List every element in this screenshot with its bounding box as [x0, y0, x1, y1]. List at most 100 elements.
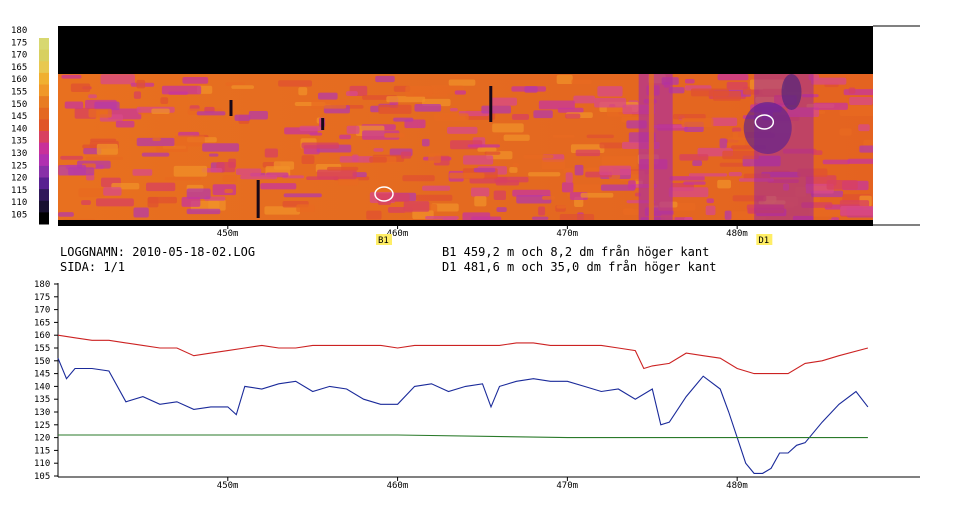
color-scale-swatch [39, 189, 49, 202]
color-scale-tick-label: 105 [11, 211, 27, 221]
heatmap-cell [561, 182, 574, 193]
color-scale-tick-label: 170 [11, 51, 27, 61]
heatmap-cell [512, 113, 530, 120]
line-x-tick-label: 460m [387, 481, 409, 491]
heatmap-cell [173, 165, 208, 177]
line-y-tick-label: 160 [34, 331, 50, 341]
color-scale-swatch [39, 142, 49, 155]
heatmap-cell [724, 210, 732, 220]
heatmap-cell [556, 205, 566, 209]
heatmap-cell [496, 207, 507, 212]
heatmap-cell [283, 193, 322, 198]
line-y-tick-label: 135 [34, 395, 50, 405]
line-x-tick-label: 480m [726, 481, 748, 491]
heatmap-cell [327, 166, 359, 171]
heatmap-cell [301, 142, 339, 149]
heatmap-cell [393, 117, 414, 122]
heatmap-cell [400, 151, 412, 159]
heatmap-cell [90, 138, 117, 142]
heatmap-cell [732, 131, 746, 141]
line-y-tick-label: 180 [34, 280, 50, 290]
line-series-blue [57, 357, 869, 474]
heatmap-cell [556, 74, 573, 84]
heatmap-cell [599, 142, 623, 149]
heatmap-cell [492, 123, 524, 133]
heatmap-cell [209, 153, 219, 157]
heatmap-cell [339, 134, 351, 140]
heatmap-cell [136, 79, 146, 89]
color-scale-tick-label: 175 [11, 38, 27, 48]
heatmap-cell [628, 180, 636, 190]
heatmap-cell [601, 156, 637, 167]
color-scale-swatch [39, 200, 49, 213]
heatmap-cell [840, 206, 873, 216]
line-chart-panel: 180 175 170 165 160 155 150 145 140 135 130 125 120 1… [34, 280, 920, 491]
color-scale-tick-label: 115 [11, 186, 27, 196]
heatmap-cell [538, 206, 546, 216]
heatmap-cell [160, 97, 169, 105]
line-y-tick-label: 170 [34, 306, 50, 316]
heatmap-cell [278, 80, 312, 87]
heatmap-cell [141, 152, 170, 157]
heatmap-cell [597, 86, 623, 97]
heatmap-cell [151, 108, 170, 115]
heatmap-cell [370, 105, 380, 113]
heatmap-cell [599, 165, 632, 176]
heatmap-cell [318, 92, 338, 100]
heatmap-cell [296, 204, 315, 213]
color-scale-swatch [39, 154, 49, 167]
heatmap-cell [541, 159, 566, 170]
heatmap-cell [532, 216, 549, 220]
color-scale-tick-label: 150 [11, 100, 27, 110]
heatmap-cell [717, 179, 732, 189]
page-text: SIDA: 1/1 [60, 260, 125, 274]
heatmap-cell [623, 209, 640, 216]
heatmap-cell [248, 111, 268, 120]
heatmap-cell [705, 205, 716, 216]
heatmap-cell [146, 182, 176, 192]
heatmap-cell [688, 173, 728, 177]
heatmap-cell [70, 83, 91, 92]
heatmap-cell [481, 105, 512, 114]
color-scale-tick-label: 130 [11, 149, 27, 159]
heatmap-cell [181, 196, 201, 207]
heatmap-cell [345, 91, 358, 96]
heatmap-cell [222, 175, 238, 182]
line-y-tick-label: 125 [34, 421, 50, 431]
heatmap-cell [811, 77, 847, 85]
color-scale-swatch [39, 84, 49, 97]
heatmap-zone [638, 74, 673, 224]
heatmap-cell [100, 74, 135, 85]
heatmap-top-band [58, 26, 873, 74]
heatmap-cell [574, 164, 584, 176]
heatmap-cell [378, 104, 412, 114]
color-scale-swatch [39, 72, 49, 85]
heatmap-cell [81, 200, 91, 206]
heatmap-cell [448, 79, 476, 86]
heatmap-cell [858, 124, 870, 132]
heatmap-x-tick-label: 480m [726, 229, 748, 239]
color-scale-tick-label: 145 [11, 112, 27, 122]
heatmap-cell [373, 148, 384, 152]
heatmap-cell [264, 148, 278, 158]
heatmap-cell [843, 89, 873, 96]
heatmap-cell [85, 156, 124, 160]
heatmap-streak [489, 86, 493, 122]
heatmap-cell [422, 185, 451, 191]
heatmap-cell [68, 167, 95, 176]
heatmap-streak [256, 180, 260, 218]
heatmap-cell [503, 134, 530, 141]
heatmap-cell [473, 167, 496, 173]
color-scale-ticks: 180 175 170 165 160 155 150 145 140 135 130 125 120 1… [11, 26, 27, 221]
marker-badge-label: D1 [758, 236, 769, 246]
heatmap-cell [196, 111, 226, 116]
heatmap-cell [848, 87, 856, 94]
heatmap-cell [681, 118, 714, 127]
heatmap-cell [416, 194, 453, 201]
heatmap-cell [212, 184, 237, 196]
heatmap-cell [174, 135, 205, 147]
heatmap-cell [490, 97, 518, 106]
color-scale-swatch [39, 131, 49, 144]
heatmap-cell [235, 168, 262, 176]
color-scale-swatch [39, 177, 49, 190]
